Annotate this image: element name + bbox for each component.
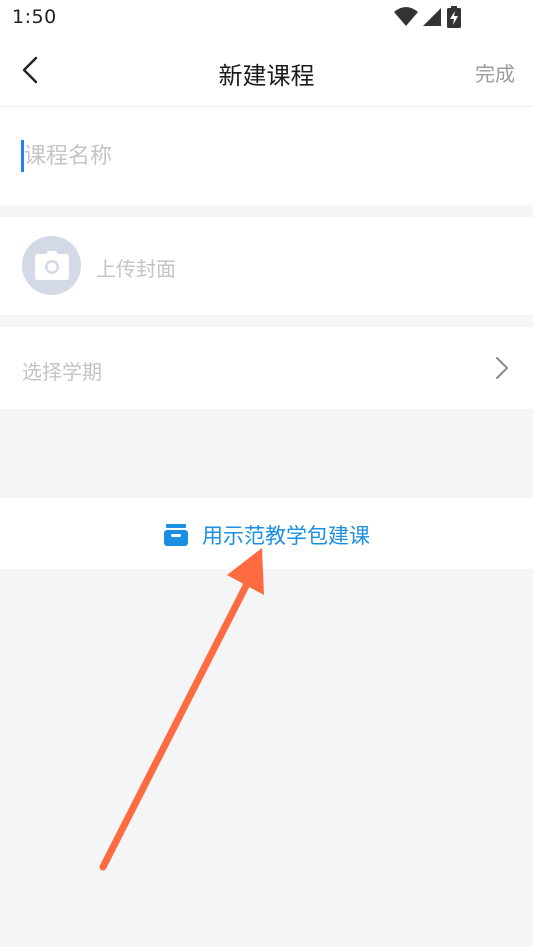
battery-charging-icon [447, 6, 461, 28]
signal-icon [423, 8, 441, 26]
wifi-icon [394, 7, 418, 26]
package-box-icon [163, 524, 188, 546]
done-button[interactable]: 完成 [475, 58, 515, 87]
select-term-row[interactable]: 选择学期 [0, 327, 533, 409]
upload-cover-label: 上传封面 [96, 257, 176, 281]
course-name-section [0, 107, 533, 205]
status-bar: 1:50 [0, 0, 533, 36]
template-course-label: 用示范教学包建课 [202, 524, 371, 548]
cover-upload-button[interactable] [22, 236, 81, 295]
chevron-right-icon [496, 357, 508, 379]
course-name-input[interactable] [24, 139, 504, 173]
template-course-button[interactable]: 用示范教学包建课 [0, 498, 533, 569]
page-title: 新建课程 [218, 62, 315, 90]
status-time: 1:50 [12, 6, 57, 28]
nav-bar: 新建课程 完成 [0, 36, 533, 107]
select-term-label: 选择学期 [22, 360, 102, 384]
camera-icon [35, 251, 69, 280]
upload-cover-row[interactable]: 上传封面 [0, 217, 533, 315]
